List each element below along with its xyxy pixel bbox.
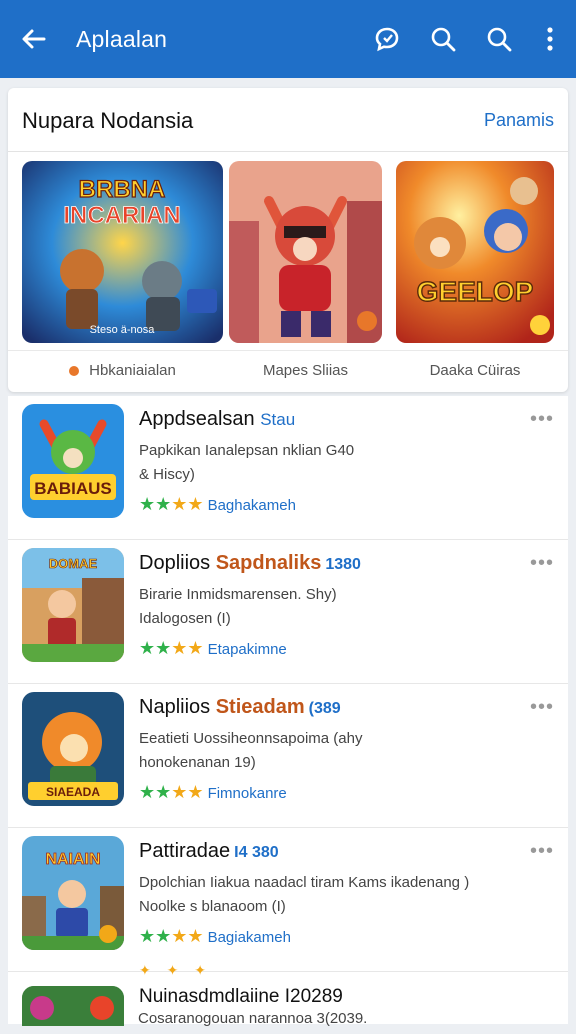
app-icon: DOMAE [22, 548, 124, 662]
rating-label: Baghakameh [207, 497, 296, 514]
star-icon: ★ [139, 782, 156, 802]
banner-3-art-text: GEELOP [417, 276, 534, 307]
featured-banner-1[interactable]: BRBNA INCARIAN Steso ä-nosa [22, 161, 223, 343]
star-icon: ★ [155, 926, 172, 946]
list-item[interactable]: NAIAIN Pattiradae I4 380 Dpolchian Iiakua… [8, 828, 568, 972]
app-icon-text: DOMAE [49, 556, 98, 571]
featured-title: Nupara Nodansia [22, 108, 194, 133]
banner-label-text: Hbkaniaialan [89, 362, 176, 379]
app-name: Pattiradae I4 380 [139, 840, 279, 863]
search-icon[interactable] [428, 24, 458, 54]
app-icon: BABIAUS [22, 404, 124, 518]
app-icon-text: BABIAUS [34, 479, 111, 498]
app-name: Appdsealsan Stau [139, 408, 295, 431]
rating-label: Fimnokanre [207, 785, 287, 802]
star-icon: ★ [171, 494, 188, 514]
star-icon: ★ [155, 494, 172, 514]
list-item[interactable]: DOMAE Dopliios Sapdnaliks 1380 Birarie In… [8, 540, 568, 684]
list-item[interactable]: SIAEADA Napliios Stieadam (389 Eeatieti U… [8, 684, 568, 828]
app-list: BABIAUS Appdsealsan Stau Papkikan Ianale… [8, 396, 568, 1027]
app-name-text: Dopliios [139, 552, 211, 574]
back-arrow-icon[interactable] [18, 24, 48, 54]
app-name-text: Napliios [139, 696, 211, 718]
app-icon-text: SIAEADA [46, 785, 100, 799]
divider [8, 350, 568, 351]
app-icon: SIAEADA [22, 692, 124, 806]
app-number: I4 380 [234, 844, 279, 861]
app-name-accent: Stieadam [215, 696, 305, 718]
app-bar-title: Aplaalan [76, 26, 168, 52]
featured-banner-1-label[interactable]: Hbkaniaialan [22, 362, 223, 379]
chat-bubble-icon[interactable] [372, 24, 402, 54]
featured-banner-2-label[interactable]: Mapes Sliias [229, 362, 382, 379]
app-subdescription: honokenanan 19) [139, 754, 256, 771]
app-subdescription: & Hiscy) [139, 466, 195, 483]
star-icon: ★ [171, 638, 188, 658]
star-icon: ★ [139, 494, 156, 514]
list-item-partial[interactable]: Nuinasdmdlaiine I20289 Cosaranogouan nar… [8, 974, 568, 1034]
divider [8, 151, 568, 152]
featured-banner-3-label[interactable]: Daaka Cüiras [396, 362, 554, 379]
overflow-menu-icon[interactable]: ••• [530, 408, 554, 431]
banner-1-art-text-1: BRBNA [79, 176, 166, 203]
app-name-accent: Stau [260, 410, 296, 429]
featured-more-link[interactable]: Panamis [484, 110, 554, 131]
more-vert-icon[interactable] [535, 24, 565, 54]
rating-label: Bagiakameh [207, 929, 291, 946]
dot-icon [69, 366, 80, 376]
app-subdescription: Noolke s blanaoom (I) [139, 898, 286, 915]
app-subdescription: Idalogosen (I) [139, 610, 231, 627]
app-description: Eeatieti Uossiheonnsapoima (ahy [139, 730, 363, 747]
featured-banner-3[interactable]: GEELOP [396, 161, 554, 343]
star-icon: ★ [171, 782, 188, 802]
star-icon: ★ [187, 494, 204, 514]
overflow-menu-icon[interactable]: ••• [530, 552, 554, 575]
app-bar: Aplaalan [0, 0, 576, 78]
rating: ★★★★ Baghakameh [139, 494, 296, 515]
star-icon: ★ [187, 638, 204, 658]
rating: ★★★★ Etapakimne [139, 638, 287, 659]
app-name: Napliios Stieadam (389 [139, 696, 341, 719]
app-description: Papkikan Ianalepsan nklian G40 [139, 442, 355, 459]
featured-banner-2[interactable] [229, 161, 382, 343]
rating: ★★★★ Fimnokanre [139, 782, 287, 803]
featured-section: Nupara Nodansia Panamis BRBNA INCARIAN S… [8, 88, 568, 392]
app-number: 1380 [325, 556, 361, 573]
rating-label: Etapakimne [207, 641, 287, 658]
star-icon: ★ [155, 638, 172, 658]
app-number: (389 [308, 700, 341, 717]
star-icon: ★ [187, 926, 204, 946]
app-name: Nuinasdmdlaiine I20289 [139, 986, 343, 1007]
overflow-menu-icon[interactable]: ••• [530, 840, 554, 863]
star-icon: ★ [139, 638, 156, 658]
app-icon [22, 986, 124, 1026]
star-icon: ★ [139, 926, 156, 946]
app-description: Birarie Inmidsmarensen. Shy) [139, 586, 337, 603]
rating: ★★★★ Bagiakameh [139, 926, 291, 947]
banner-1-art-text-2: INCARIAN [63, 202, 180, 229]
star-icon: ★ [171, 926, 188, 946]
app-name-accent: Sapdnaliks [215, 552, 322, 574]
app-icon: NAIAIN [22, 836, 124, 950]
app-description: Dpolchian Iiakua naadacl tiram Kams ikad… [139, 874, 470, 891]
app-name-text: Pattiradae [139, 840, 231, 862]
star-icon: ★ [187, 782, 204, 802]
app-icon-text: NAIAIN [45, 851, 100, 868]
list-item[interactable]: BABIAUS Appdsealsan Stau Papkikan Ianale… [8, 396, 568, 540]
star-icon: ★ [155, 782, 172, 802]
app-name-text: Appdsealsan [139, 408, 255, 430]
banner-1-caption: Steso ä-nosa [90, 324, 156, 336]
app-name: Dopliios Sapdnaliks 1380 [139, 552, 361, 575]
app-description: Cosaranogouan narannoa 3(2039. [138, 1010, 368, 1027]
search-icon-secondary[interactable] [484, 24, 514, 54]
overflow-menu-icon[interactable]: ••• [530, 696, 554, 719]
